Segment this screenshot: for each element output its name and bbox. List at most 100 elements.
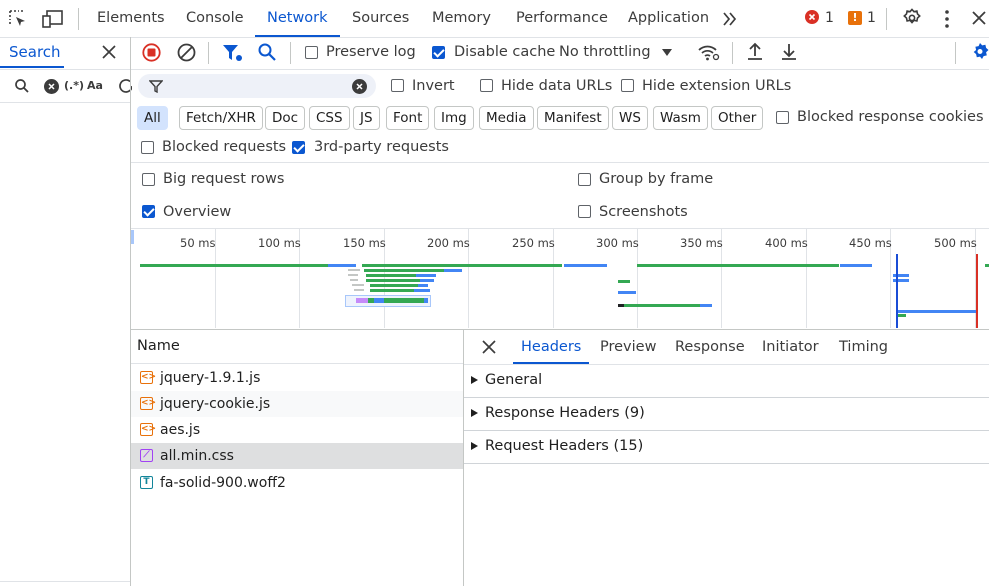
request-row-selected[interactable]: ⟋ all.min.css xyxy=(131,443,463,469)
column-header-name[interactable]: Name xyxy=(137,338,180,354)
request-row[interactable]: <> jquery-1.9.1.js xyxy=(131,365,463,391)
import-har-icon[interactable] xyxy=(746,42,764,62)
filter-chip-js[interactable]: JS xyxy=(353,106,380,130)
error-count[interactable]: 1 xyxy=(825,0,834,37)
big-request-rows-label[interactable]: Big request rows xyxy=(163,171,284,187)
throttling-select[interactable]: No throttling xyxy=(559,44,651,60)
screenshots-label[interactable]: Screenshots xyxy=(599,204,688,220)
filter-icon[interactable] xyxy=(222,43,244,63)
filter-funnel-icon xyxy=(148,80,164,94)
timeline-bar xyxy=(424,298,428,303)
network-settings-gear-icon[interactable] xyxy=(970,42,989,62)
more-options-icon[interactable] xyxy=(944,9,950,29)
close-devtools-icon[interactable] xyxy=(971,10,987,26)
error-icon[interactable] xyxy=(805,10,819,24)
export-har-icon[interactable] xyxy=(780,42,798,62)
overview-checkbox[interactable] xyxy=(142,205,155,218)
invert-label[interactable]: Invert xyxy=(412,78,455,94)
blocked-response-cookies-label[interactable]: Blocked response cookies xyxy=(797,109,984,125)
third-party-requests-checkbox[interactable] xyxy=(292,141,305,154)
tab-console[interactable]: Console xyxy=(186,0,244,37)
search-icon xyxy=(14,78,30,94)
filter-chip-img[interactable]: Img xyxy=(434,106,474,130)
details-tab-initiator[interactable]: Initiator xyxy=(762,330,819,364)
disable-cache-checkbox[interactable] xyxy=(432,46,445,59)
third-party-requests-label[interactable]: 3rd-party requests xyxy=(314,139,449,155)
dom-content-loaded-marker xyxy=(896,254,898,328)
settings-gear-icon[interactable] xyxy=(902,8,922,28)
hide-extension-urls-label[interactable]: Hide extension URLs xyxy=(642,78,791,94)
screenshots-checkbox[interactable] xyxy=(578,205,591,218)
hide-data-urls-checkbox[interactable] xyxy=(480,79,493,92)
filter-chip-ws[interactable]: WS xyxy=(612,106,648,130)
preserve-log-checkbox[interactable] xyxy=(305,46,318,59)
tab-memory[interactable]: Memory xyxy=(432,0,491,37)
tab-elements[interactable]: Elements xyxy=(97,0,165,37)
tab-application[interactable]: Application xyxy=(628,0,709,37)
clear-search-icon[interactable] xyxy=(44,79,59,94)
timeline-tick: 200 ms xyxy=(427,236,470,250)
details-tab-headers[interactable]: Headers xyxy=(512,330,590,364)
filter-chip-wasm[interactable]: Wasm xyxy=(653,106,708,130)
close-details-icon[interactable] xyxy=(482,340,496,354)
close-search-icon[interactable] xyxy=(102,45,116,59)
script-file-icon: <> xyxy=(140,423,157,436)
request-row[interactable]: <> aes.js xyxy=(131,417,463,443)
regex-toggle[interactable]: (.*) xyxy=(64,79,84,92)
network-conditions-icon[interactable] xyxy=(697,42,721,62)
clear-log-icon[interactable] xyxy=(177,43,196,62)
filter-chip-media[interactable]: Media xyxy=(479,106,534,130)
details-tab-timing[interactable]: Timing xyxy=(839,330,888,364)
details-tab-response[interactable]: Response xyxy=(675,330,745,364)
response-headers-section[interactable]: Response Headers (9) xyxy=(464,397,989,431)
group-by-frame-checkbox[interactable] xyxy=(578,173,591,186)
preserve-log-label[interactable]: Preserve log xyxy=(326,44,416,60)
timeline-bar xyxy=(444,269,462,272)
request-name: all.min.css xyxy=(160,448,234,464)
filter-input[interactable] xyxy=(138,74,376,98)
hide-data-urls-label[interactable]: Hide data URLs xyxy=(501,78,612,94)
timeline-left-handle[interactable] xyxy=(131,230,134,244)
timeline-bar xyxy=(416,274,436,277)
blocked-response-cookies-checkbox[interactable] xyxy=(776,111,789,124)
invert-checkbox[interactable] xyxy=(391,79,404,92)
tab-sources[interactable]: Sources xyxy=(352,0,409,37)
request-row[interactable]: T fa-solid-900.woff2 xyxy=(131,470,463,496)
tab-performance[interactable]: Performance xyxy=(516,0,608,37)
search-network-icon[interactable] xyxy=(257,42,277,62)
match-case-toggle[interactable]: Aa xyxy=(87,79,103,92)
device-toolbar-icon[interactable] xyxy=(42,9,64,29)
timeline-bar xyxy=(370,289,414,292)
filter-chip-fetch-xhr[interactable]: Fetch/XHR xyxy=(179,106,263,130)
filter-chip-font[interactable]: Font xyxy=(386,106,430,130)
request-name: jquery-cookie.js xyxy=(160,396,271,412)
timeline-tick: 500 ms xyxy=(934,236,977,250)
clear-filter-icon[interactable] xyxy=(352,79,367,94)
details-tab-preview[interactable]: Preview xyxy=(600,330,656,364)
warning-count[interactable]: 1 xyxy=(867,0,876,37)
filter-chip-all[interactable]: All xyxy=(137,106,168,130)
filter-chip-doc[interactable]: Doc xyxy=(265,106,306,130)
overview-label[interactable]: Overview xyxy=(163,204,231,220)
stop-recording-icon[interactable] xyxy=(142,43,161,62)
group-by-frame-label[interactable]: Group by frame xyxy=(599,171,713,187)
timeline-bar xyxy=(366,279,420,282)
blocked-requests-label[interactable]: Blocked requests xyxy=(162,139,286,155)
filter-chip-other[interactable]: Other xyxy=(711,106,764,130)
search-panel-title[interactable]: Search xyxy=(9,43,61,61)
throttling-dropdown-icon[interactable] xyxy=(662,49,672,56)
tab-network[interactable]: Network xyxy=(255,0,340,37)
request-headers-section[interactable]: Request Headers (15) xyxy=(464,430,989,464)
warning-icon[interactable]: ! xyxy=(848,11,862,25)
disable-cache-label[interactable]: Disable cache xyxy=(454,44,555,60)
timeline-tick: 100 ms xyxy=(258,236,301,250)
filter-chip-manifest[interactable]: Manifest xyxy=(537,106,609,130)
big-request-rows-checkbox[interactable] xyxy=(142,173,155,186)
filter-chip-css[interactable]: CSS xyxy=(309,106,350,130)
more-tabs-chevron-icon[interactable] xyxy=(721,10,739,28)
hide-extension-urls-checkbox[interactable] xyxy=(621,79,634,92)
request-row[interactable]: <> jquery-cookie.js xyxy=(131,391,463,417)
inspect-element-icon[interactable] xyxy=(8,9,28,29)
blocked-requests-checkbox[interactable] xyxy=(141,141,154,154)
general-section[interactable]: General xyxy=(464,364,989,398)
